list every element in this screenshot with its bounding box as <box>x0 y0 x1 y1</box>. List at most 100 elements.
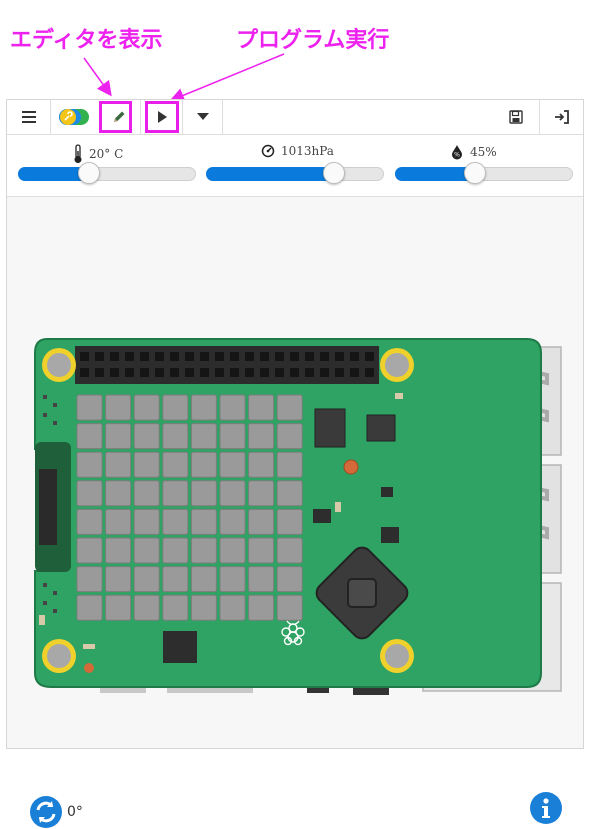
led-pixel <box>276 537 303 564</box>
led-pixel <box>162 508 189 535</box>
info-icon <box>530 792 562 824</box>
led-pixel <box>162 423 189 450</box>
humidity-fill <box>395 167 476 181</box>
thermometer-icon <box>74 144 82 163</box>
gpio-pin <box>365 352 374 361</box>
gpio-header <box>75 346 379 384</box>
led-pixel <box>76 394 103 421</box>
led-pixel <box>105 394 132 421</box>
led-pixel <box>219 537 246 564</box>
led-pixel <box>162 566 189 593</box>
gpio-pin <box>80 368 89 377</box>
led-pixel <box>105 451 132 478</box>
toolbar <box>7 100 583 135</box>
sensor-pad <box>343 459 359 475</box>
led-pixel <box>105 480 132 507</box>
gpio-pin <box>305 368 314 377</box>
gpio-pin <box>320 368 329 377</box>
led-pixel <box>105 508 132 535</box>
run-callout-label: プログラム実行 <box>236 28 390 53</box>
gpio-pin <box>185 368 194 377</box>
floppy-disk-icon <box>509 110 523 124</box>
mode-toggle[interactable] <box>51 100 97 134</box>
led-pixel <box>248 451 275 478</box>
led-pixel <box>190 537 217 564</box>
rotation-value: 0° <box>67 804 83 820</box>
pressure-knob[interactable] <box>323 162 346 184</box>
led-pixel <box>133 423 160 450</box>
led-pixel <box>133 394 160 421</box>
gpio-pin <box>155 368 164 377</box>
led-pixel <box>76 566 103 593</box>
led-pixel <box>133 566 160 593</box>
smd-2 <box>313 509 331 523</box>
gpio-pin <box>110 368 119 377</box>
led-pixel <box>133 451 160 478</box>
led-pixel <box>276 594 303 621</box>
gpio-pin <box>230 368 239 377</box>
led-pixel <box>190 594 217 621</box>
gpio-pin <box>110 352 119 361</box>
led-pixel <box>219 566 246 593</box>
humidity-knob[interactable] <box>464 162 487 184</box>
temperature-slider[interactable] <box>18 162 196 184</box>
mode-toggle-icon <box>59 109 89 125</box>
led-pixel <box>190 423 217 450</box>
led-pixel <box>162 537 189 564</box>
resistor-4 <box>83 644 95 649</box>
temperature-label: 20° C <box>73 144 123 164</box>
led-indicator <box>84 663 94 673</box>
exit-button[interactable] <box>539 100 583 134</box>
led-pixel <box>133 594 160 621</box>
gpio-pin <box>185 352 194 361</box>
gpio-pin <box>95 368 104 377</box>
rotation-control: 0° <box>29 795 83 829</box>
led-pixel <box>219 508 246 535</box>
gpio-pin <box>215 352 224 361</box>
humidity-value: 45% <box>470 145 497 159</box>
led-pixel <box>276 566 303 593</box>
led-pixel <box>276 423 303 450</box>
led-pixel <box>248 394 275 421</box>
led-pixel <box>276 451 303 478</box>
humidity-drop-icon: % <box>452 145 462 160</box>
pressure-slider[interactable] <box>206 162 384 184</box>
info-button[interactable] <box>529 791 563 829</box>
save-button[interactable] <box>493 100 539 134</box>
gpio-pin <box>245 352 254 361</box>
mount-hole-top-right <box>380 348 414 382</box>
led-pixel <box>219 480 246 507</box>
sign-in-icon <box>554 110 569 124</box>
led-pixel <box>190 508 217 535</box>
led-pixel <box>276 508 303 535</box>
gpio-pin <box>335 368 344 377</box>
editor-highlight-box <box>99 101 132 133</box>
gpio-pin <box>170 352 179 361</box>
board-area: 0° <box>7 197 583 828</box>
led-pixel <box>219 394 246 421</box>
emulator-frame: 20° C 1013hPa % 45% 0° <box>6 99 584 828</box>
pressure-value: 1013hPa <box>281 144 334 158</box>
led-pixel <box>162 451 189 478</box>
led-pixel <box>248 480 275 507</box>
humidity-label: % 45% <box>450 144 497 160</box>
gpio-pin <box>290 352 299 361</box>
gpio-pin <box>230 352 239 361</box>
led-pixel <box>190 451 217 478</box>
menu-button[interactable] <box>7 100 51 134</box>
led-pixel <box>248 508 275 535</box>
gpio-pin <box>140 352 149 361</box>
caret-down-icon <box>196 113 209 120</box>
humidity-slider[interactable] <box>395 162 573 184</box>
led-pixel <box>76 451 103 478</box>
gpio-pin <box>335 352 344 361</box>
led-pixel <box>248 423 275 450</box>
gpio-pin <box>215 368 224 377</box>
gpio-pin <box>290 368 299 377</box>
sense-hat-board <box>34 338 562 695</box>
gpio-pin <box>260 352 269 361</box>
led-pixel <box>276 480 303 507</box>
gpio-pin <box>320 352 329 361</box>
rotate-icon[interactable] <box>29 795 63 829</box>
run-options-dropdown[interactable] <box>183 100 223 134</box>
